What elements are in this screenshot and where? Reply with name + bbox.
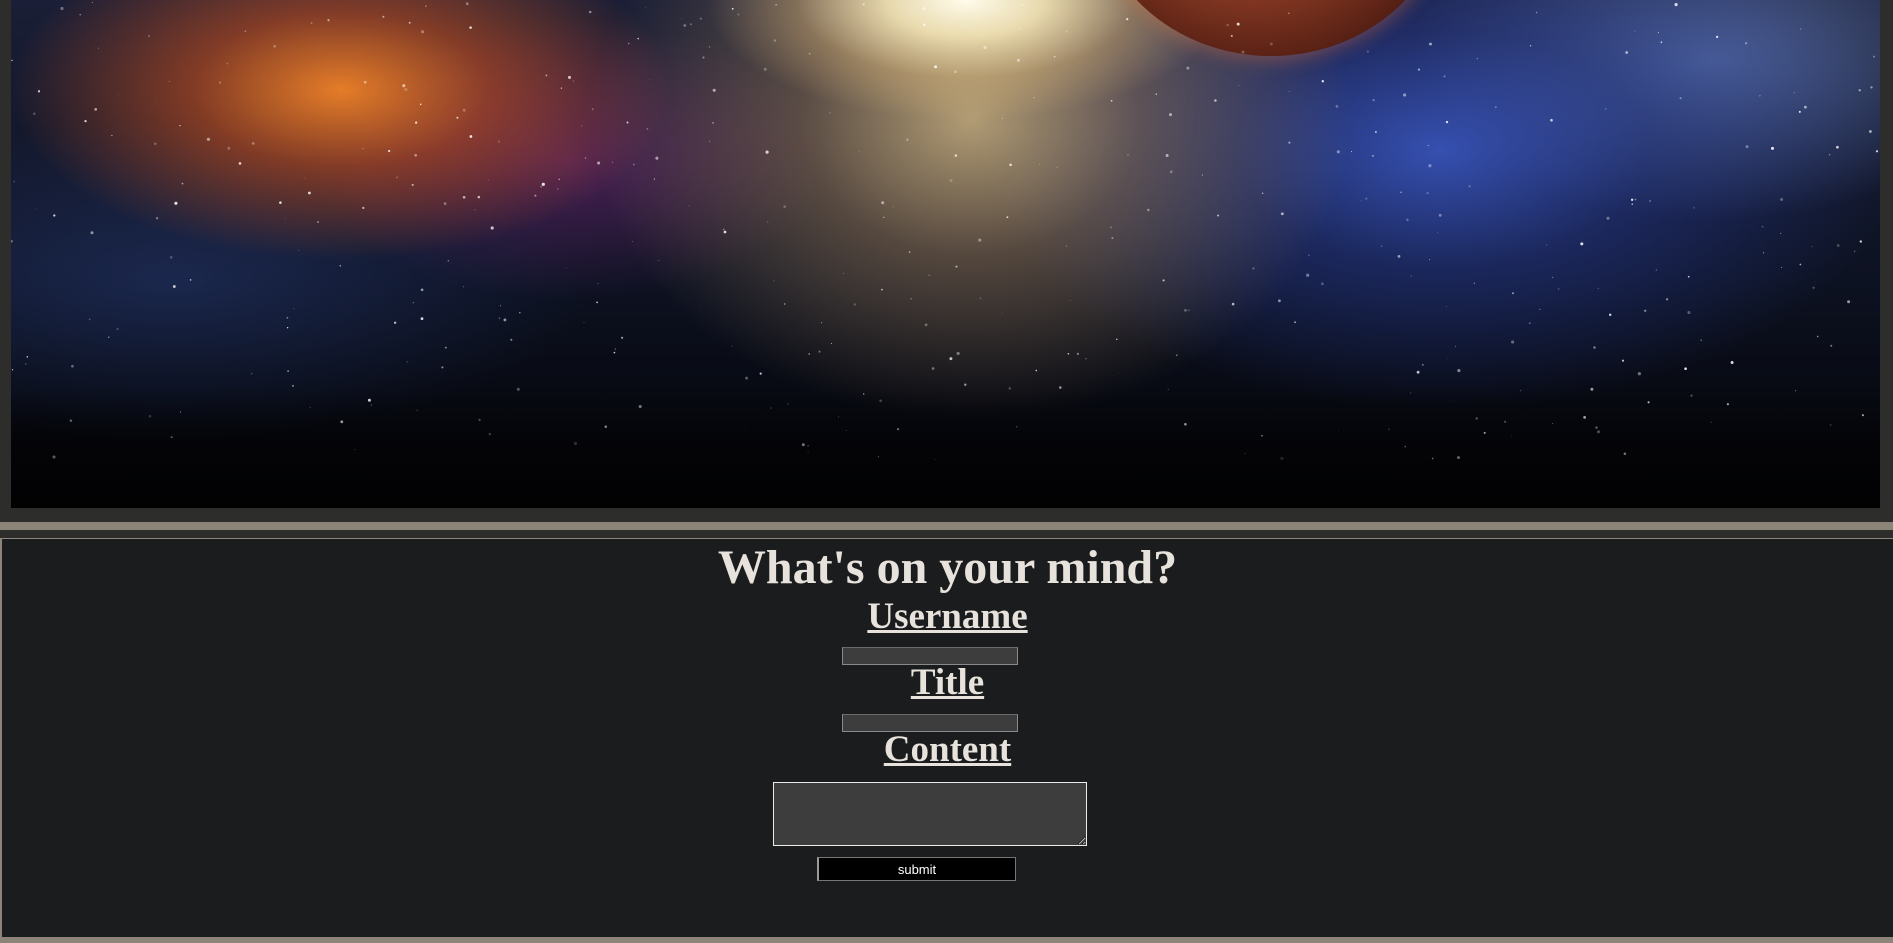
bottom-border (0, 937, 1893, 943)
page: What's on your mind? Username Title Cont… (0, 0, 1893, 943)
content-label: Content (883, 729, 1012, 770)
section-divider (0, 530, 1893, 538)
banner-fade (11, 388, 1880, 508)
space-banner-image (11, 0, 1880, 508)
page-heading: What's on your mind? (717, 541, 1178, 594)
content-textarea[interactable] (773, 782, 1087, 846)
username-label: Username (867, 596, 1028, 637)
banner-frame (0, 0, 1893, 522)
submit-button[interactable]: submit (817, 857, 1016, 881)
post-form-section: What's on your mind? Username Title Cont… (2, 539, 1893, 937)
title-label: Title (910, 662, 985, 703)
